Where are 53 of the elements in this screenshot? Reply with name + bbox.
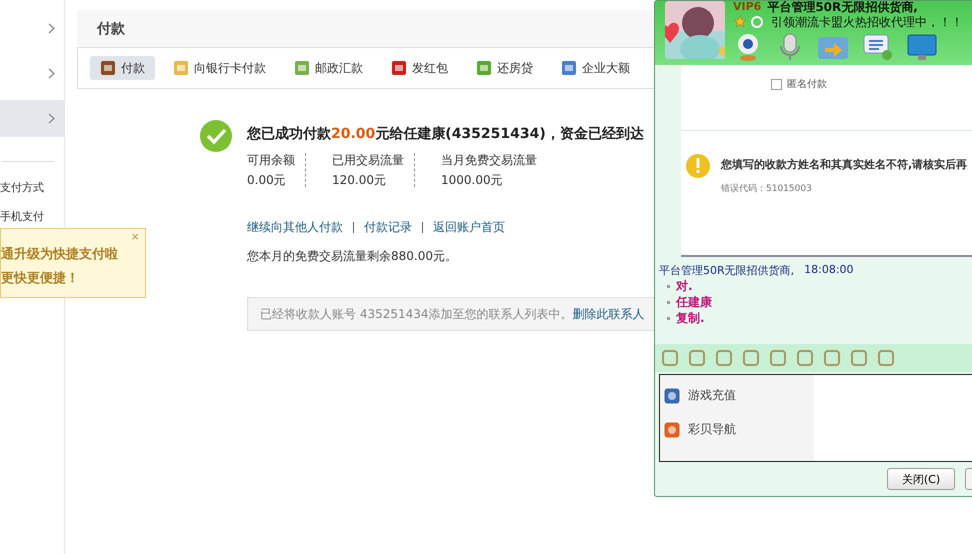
stat-value: 120.00元	[332, 173, 387, 187]
error-code: 错误代码：51015003	[721, 182, 813, 195]
message-icon[interactable]	[863, 33, 893, 61]
toolbar-icon[interactable]	[688, 349, 706, 367]
toolbar-icon[interactable]	[769, 349, 787, 367]
tab[interactable]: 还房贷	[466, 56, 543, 80]
sender-name: 平台管理50R无限招供货商,	[659, 263, 794, 278]
star-icon	[733, 15, 747, 29]
message-text: 复制.	[676, 310, 705, 326]
page-title: 付款	[97, 20, 125, 38]
sidebar-link[interactable]: 手机支付	[0, 209, 64, 224]
delete-contact-link[interactable]: 删除此联系人	[572, 306, 645, 322]
notice-text: 已经将收款人账号 435251434添加至您的联系人列表中。	[260, 306, 573, 322]
toolbar-icon[interactable]	[715, 349, 733, 367]
success-message: 您已成功付款20.00元给任建康(435251434)，资金已经到达	[247, 125, 645, 143]
stat-label: 可用余额	[247, 153, 295, 167]
message-text: 对.	[676, 278, 693, 294]
stat-value: 1000.00元	[441, 173, 504, 187]
sidebar-link[interactable]: 支付方式	[0, 180, 64, 195]
toolbar-icon[interactable]	[742, 349, 760, 367]
tooltip-text: 更快更便捷！	[1, 270, 80, 287]
toolbar-icon[interactable]	[796, 349, 814, 367]
message-text: 任建康	[676, 294, 712, 310]
chevron-icon	[48, 113, 55, 124]
microphone-icon[interactable]	[777, 32, 803, 62]
link[interactable]: 返回账户首页	[433, 219, 505, 236]
signature-text: 引领潮流卡盟火热招收代理中，！！	[771, 14, 963, 30]
monitor-icon[interactable]	[907, 33, 937, 61]
tab[interactable]: 发红包	[381, 56, 458, 80]
tooltip-text: 通升级为快捷支付啦	[1, 246, 119, 263]
close-button[interactable]: 关闭(C)	[887, 468, 955, 490]
tab[interactable]: 企业大额	[551, 56, 640, 80]
vip-label: VIP6	[733, 1, 762, 13]
warning-icon	[685, 153, 711, 179]
check-icon	[199, 119, 233, 153]
stat-value: 0.00元	[247, 173, 287, 187]
link[interactable]: 继续向其他人付款	[247, 219, 343, 236]
chevron-icon	[48, 68, 55, 79]
tab[interactable]: 向银行卡付款	[163, 56, 276, 80]
checkbox-label: 匿名付款	[787, 78, 827, 91]
toolbar-icon[interactable]	[823, 349, 841, 367]
remaining-text: 您本月的免费交易流量剩余880.00元。	[247, 248, 458, 265]
stat-label: 当月免费交易流量	[441, 153, 537, 167]
toolbar-icon[interactable]	[877, 349, 895, 367]
stat-label: 已用交易流量	[332, 153, 404, 167]
toolbar-icon[interactable]	[661, 349, 679, 367]
tab[interactable]: 付款	[90, 56, 155, 80]
tab[interactable]: 邮政汇款	[284, 56, 373, 80]
toolbar-icon[interactable]	[850, 349, 868, 367]
message-time: 18:08:00	[804, 263, 854, 278]
error-message: 您填写的收款方姓名和其真实姓名不符,请核实后再	[721, 157, 968, 172]
link[interactable]: 付款记录	[364, 219, 412, 236]
chevron-icon	[48, 23, 55, 34]
